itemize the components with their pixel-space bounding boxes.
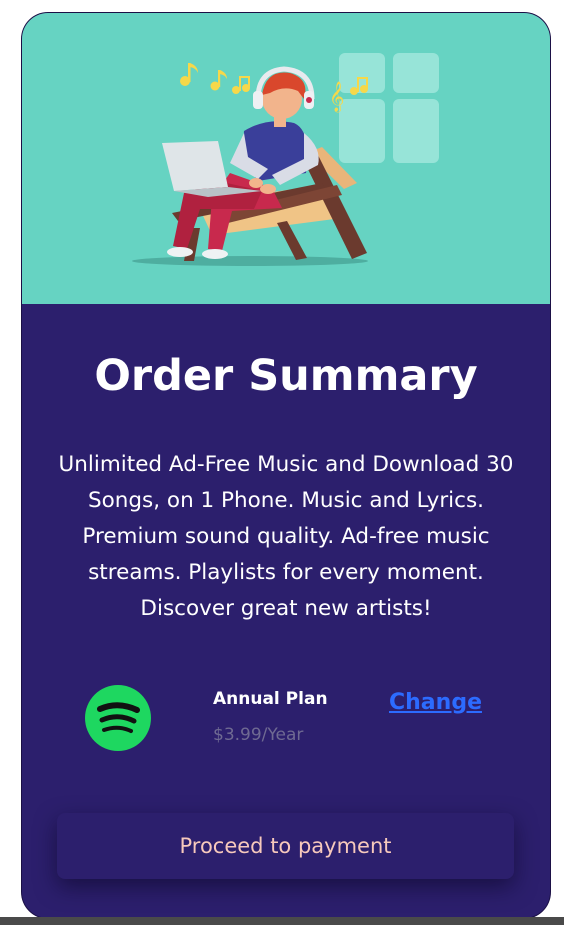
bottom-bar xyxy=(0,917,564,925)
change-plan-link[interactable]: Change xyxy=(389,690,482,715)
proceed-to-payment-button[interactable]: Proceed to payment xyxy=(57,813,514,879)
hero-illustration: 𝄞 xyxy=(22,13,550,304)
order-summary-card: 𝄞 Order Summary Unlimited Ad-Free Music … xyxy=(22,13,550,918)
plan-description: Unlimited Ad-Free Music and Download 30 … xyxy=(58,452,514,621)
page-title: Order Summary xyxy=(94,351,478,401)
plan-row: Annual Plan $3.99/Year Change xyxy=(22,683,550,763)
plan-name: Annual Plan xyxy=(213,689,328,709)
music-listener-illustration: 𝄞 xyxy=(132,53,439,266)
svg-text:𝄞: 𝄞 xyxy=(329,81,344,113)
plan-price: $3.99/Year xyxy=(213,725,304,745)
spotify-icon xyxy=(85,685,151,751)
